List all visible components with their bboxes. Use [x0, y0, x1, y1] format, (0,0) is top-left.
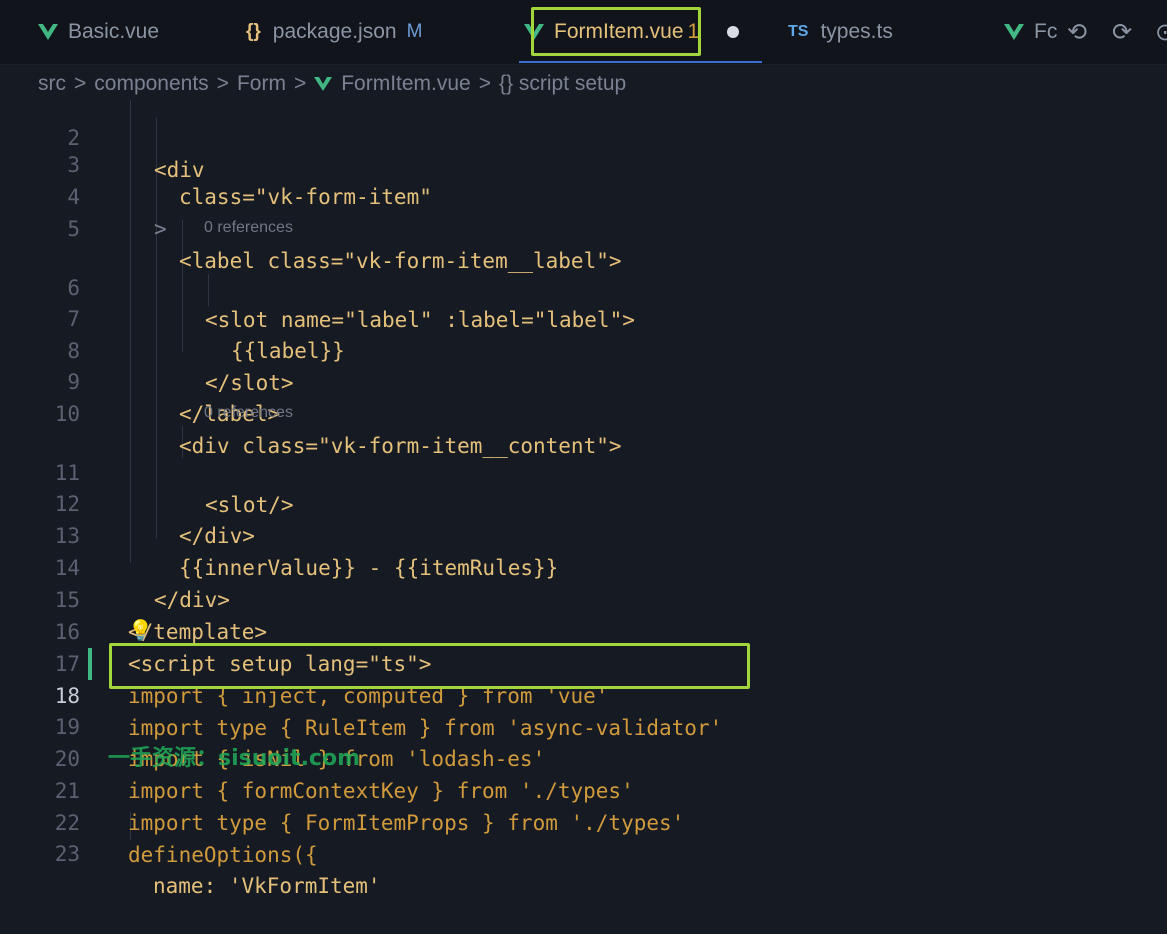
code-line[interactable]: 23 name: 'VkFormItem': [0, 806, 1167, 898]
vue-icon: [314, 77, 333, 91]
code-line[interactable]: 20 import { formContextKey } from './typ…: [0, 711, 1167, 803]
code-line[interactable]: 19 import { isNil } from 'lodash-es': [0, 679, 1167, 771]
code-line[interactable]: 14 </div>: [0, 520, 1167, 612]
code-line[interactable]: 11 <slot/>: [0, 425, 1167, 517]
tab-label: types.ts: [820, 20, 893, 43]
code-line[interactable]: 4 >: [0, 149, 1167, 241]
code-line[interactable]: 10 <div class="vk-form-item__content">: [0, 366, 1167, 458]
vue-icon: [38, 24, 58, 40]
code-line[interactable]: 8 </slot>: [0, 303, 1167, 395]
tab-types-ts[interactable]: TS types.ts: [788, 0, 893, 64]
watermark-text: 一手资源：sisuoit.com: [108, 746, 361, 771]
go-back-icon[interactable]: ⟳: [1112, 18, 1132, 46]
code-line[interactable]: 22 defineOptions({: [0, 775, 1167, 867]
code-line[interactable]: 13 {{innerValue}} - {{itemRules}}: [0, 488, 1167, 580]
vue-icon: [1004, 24, 1024, 40]
tab-basic-vue[interactable]: Basic.vue: [38, 0, 159, 64]
editor-tab-bar: Basic.vue {} package.json M FormItem.vue…: [0, 0, 1167, 65]
annotation-box-tab: [531, 7, 701, 56]
lightbulb-icon[interactable]: 💡: [128, 618, 153, 642]
codelens-references[interactable]: 0 references: [204, 401, 293, 425]
code-text: name: 'VkFormItem': [153, 874, 381, 898]
history-icon[interactable]: ⟲: [1067, 18, 1087, 46]
code-line[interactable]: 9 </label>: [0, 334, 1167, 426]
code-text: defineOptions({: [128, 843, 318, 867]
active-tab-indicator: [519, 61, 762, 63]
tab-label: Basic.vue: [68, 20, 160, 43]
tab-package-json[interactable]: {} package.json M: [246, 0, 422, 64]
more-icon[interactable]: ⊙: [1155, 18, 1167, 46]
tab-fc[interactable]: Fc: [1004, 0, 1057, 64]
modified-badge: M: [406, 21, 423, 42]
code-line[interactable]: 7 {{label}}: [0, 271, 1167, 363]
code-line[interactable]: 15 </template>: [0, 552, 1167, 644]
code-line[interactable]: 3 class="vk-form-item": [0, 117, 1167, 209]
braces-icon: {}: [246, 21, 261, 42]
line-number: 23: [54, 842, 80, 866]
unsaved-dot-icon[interactable]: [727, 26, 740, 38]
code-line[interactable]: 16 <script setup lang="ts">: [0, 584, 1167, 676]
tab-label: package.json: [272, 20, 397, 43]
codelens-references[interactable]: 0 references: [204, 216, 293, 240]
code-line[interactable]: 5 <label class="vk-form-item__label">: [0, 181, 1167, 273]
tab-label: Fc: [1034, 20, 1058, 43]
code-editor[interactable]: 2 <div 3 class="vk-form-item" 4 > 5 <lab…: [0, 100, 1167, 898]
code-line[interactable]: 6 <slot name="label" :label="label">: [0, 240, 1167, 332]
ts-icon: TS: [788, 23, 809, 40]
code-line[interactable]: 12 </div>: [0, 456, 1167, 548]
